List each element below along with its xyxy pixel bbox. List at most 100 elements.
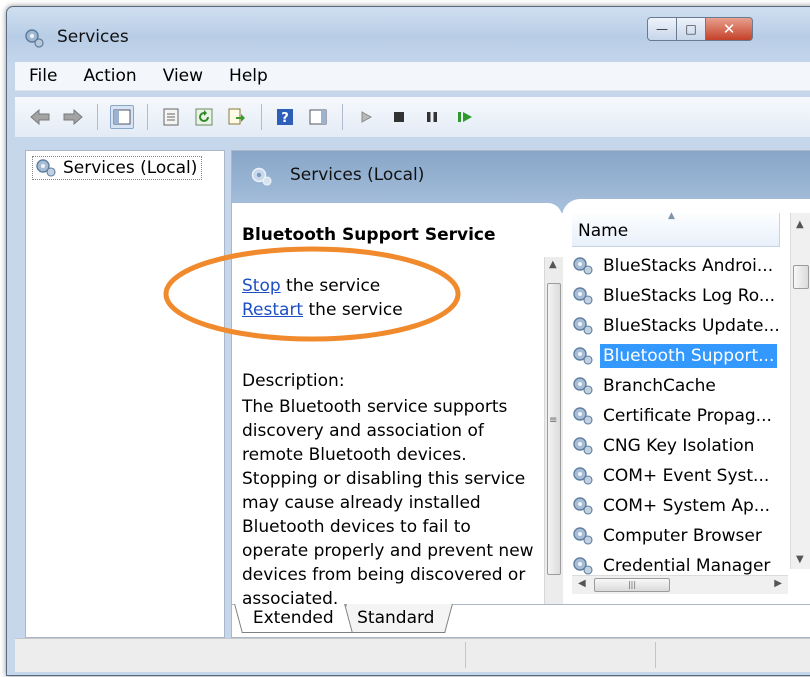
forward-arrow-icon (63, 109, 83, 125)
start-service-button[interactable] (355, 106, 377, 128)
tab-standard-label: Standard (357, 608, 435, 628)
service-row-label: COM+ Event Syst... (603, 466, 770, 486)
minimize-button[interactable]: — (647, 17, 677, 41)
service-gear-icon (573, 557, 593, 575)
column-header-name[interactable]: ▲ Name (572, 211, 780, 247)
description-text: The Bluetooth service supports discovery… (242, 397, 534, 609)
tab-standard[interactable]: Standard (338, 604, 454, 633)
restart-service-button[interactable] (454, 106, 476, 128)
service-row-label: BranchCache (603, 376, 716, 396)
service-row-label: Bluetooth Support... (600, 344, 778, 368)
status-divider (465, 642, 466, 668)
toolbar: ? (15, 97, 810, 137)
scroll-thumb[interactable] (547, 283, 561, 575)
stop-icon (394, 112, 404, 122)
selected-service-name: Bluetooth Support Service (242, 225, 496, 245)
scroll-thumb[interactable]: ||| (594, 578, 670, 592)
restart-service-suffix: the service (303, 300, 403, 320)
properties-icon (163, 108, 179, 126)
menu-help[interactable]: Help (215, 66, 280, 86)
service-row[interactable]: CNG Key Isolation (572, 431, 792, 461)
console-tree-pane: Services (Local) (25, 150, 225, 638)
export-list-button[interactable] (226, 106, 248, 128)
maximize-button[interactable]: □ (677, 17, 706, 41)
sort-ascending-icon: ▲ (668, 211, 675, 221)
toolbar-separator (147, 104, 148, 130)
service-gear-icon (573, 467, 593, 485)
service-row[interactable]: BranchCache (572, 371, 792, 401)
service-row[interactable]: BlueStacks Log Ro... (572, 281, 792, 311)
stop-service-button[interactable] (388, 106, 410, 128)
service-gear-icon (573, 407, 593, 425)
service-row[interactable]: Computer Browser (572, 521, 792, 551)
service-row[interactable]: Certificate Propag... (572, 401, 792, 431)
service-row-label: CNG Key Isolation (603, 436, 755, 456)
scroll-up-arrow-icon[interactable]: ▲ (796, 219, 804, 230)
stop-service-suffix: the service (280, 276, 381, 296)
tab-extended[interactable]: Extended (234, 604, 353, 633)
list-vertical-scrollbar[interactable]: ▲ ▼ (790, 213, 810, 569)
scroll-down-arrow-icon[interactable]: ▼ (796, 554, 804, 565)
scroll-grip-icon: ≡ (549, 415, 558, 426)
show-hide-console-tree-button[interactable] (110, 105, 134, 129)
pause-service-button[interactable] (421, 106, 443, 128)
scroll-thumb[interactable] (793, 265, 809, 289)
toolbar-separator (342, 104, 343, 130)
status-bar (15, 638, 810, 672)
toolbar-separator (97, 104, 98, 130)
scroll-left-arrow-icon[interactable]: ◀ (578, 578, 586, 589)
close-icon: ✕ (722, 20, 736, 38)
status-divider (655, 642, 656, 668)
service-row-label: Computer Browser (603, 526, 762, 546)
action-pane-icon (309, 109, 327, 125)
column-header-label: Name (578, 221, 629, 241)
window-title: Services (57, 27, 129, 47)
stop-service-link[interactable]: Stop (242, 276, 281, 296)
tree-item-label: Services (Local) (63, 158, 198, 178)
header-curve (232, 203, 562, 217)
scroll-up-arrow-icon[interactable]: ▲ (549, 259, 557, 270)
scroll-right-arrow-icon[interactable]: ▶ (774, 578, 782, 589)
services-window: Services — □ ✕ File Action View Help ? S… (6, 6, 810, 676)
extended-info-pane: Bluetooth Support Service Stop the servi… (232, 217, 563, 637)
help-button[interactable]: ? (274, 106, 296, 128)
description-scrollbar[interactable]: ▲ ≡ ▼ (544, 257, 563, 637)
restart-service-line: Restart the service (242, 300, 403, 320)
service-gear-icon (573, 377, 593, 395)
service-row[interactable]: BlueStacks Androi... (572, 251, 792, 281)
menu-view[interactable]: View (149, 66, 215, 86)
details-pane: Services (Local) Bluetooth Support Servi… (231, 150, 810, 638)
show-action-pane-button[interactable] (307, 106, 329, 128)
service-row[interactable]: COM+ Event Syst... (572, 461, 792, 491)
service-row[interactable]: BlueStacks Update... (572, 311, 792, 341)
tree-item-services-local[interactable]: Services (Local) (32, 156, 203, 180)
service-gear-icon (573, 437, 593, 455)
service-gear-icon (573, 257, 593, 275)
export-icon (228, 108, 245, 125)
play-icon (361, 111, 373, 123)
service-row[interactable]: Bluetooth Support... (572, 341, 792, 371)
list-horizontal-scrollbar[interactable]: ◀ ||| ▶ (572, 575, 788, 594)
title-bar[interactable]: Services — □ ✕ (7, 7, 810, 59)
refresh-button[interactable] (193, 106, 215, 128)
service-row-label: BlueStacks Androi... (603, 256, 774, 276)
services-rows: BlueStacks Androi... BlueStacks Log Ro...… (572, 251, 792, 581)
menu-bar: File Action View Help (15, 62, 810, 91)
view-tabs: Standard Extended (232, 604, 810, 637)
service-gear-icon (573, 317, 593, 335)
caption-buttons: — □ ✕ (647, 17, 753, 41)
service-row[interactable]: COM+ System Ap... (572, 491, 792, 521)
toolbar-separator (261, 104, 262, 130)
forward-button[interactable] (62, 106, 84, 128)
properties-button[interactable] (160, 106, 182, 128)
close-button[interactable]: ✕ (706, 17, 753, 41)
service-row-label: COM+ System Ap... (603, 496, 770, 516)
maximize-icon: □ (685, 22, 697, 36)
service-row-label: BlueStacks Log Ro... (603, 286, 776, 306)
pause-icon (427, 112, 437, 122)
menu-file[interactable]: File (15, 66, 69, 86)
menu-action[interactable]: Action (69, 66, 148, 86)
refresh-icon (195, 108, 213, 126)
back-button[interactable] (29, 106, 51, 128)
restart-service-link[interactable]: Restart (242, 300, 303, 320)
